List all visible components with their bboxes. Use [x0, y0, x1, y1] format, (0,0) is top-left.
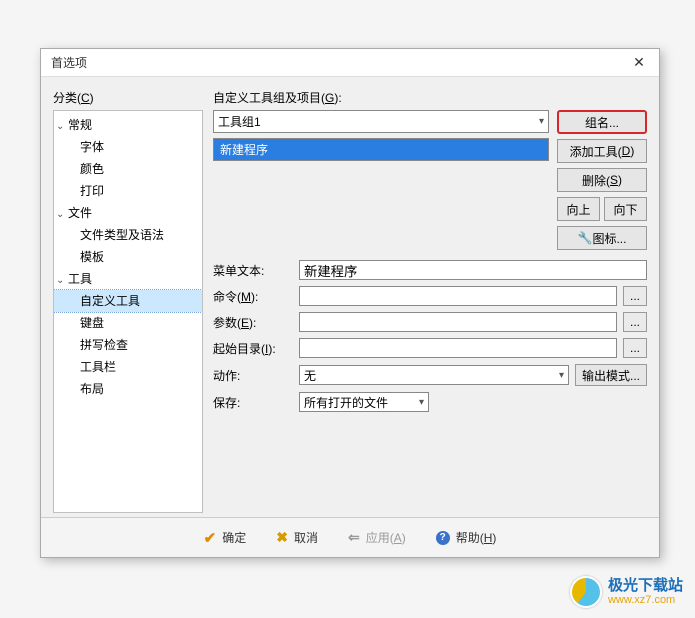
chevron-down-icon: ▾ — [539, 116, 544, 127]
cancel-icon: ✖ — [276, 529, 288, 546]
menu-text-label: 菜单文本: — [213, 262, 293, 279]
help-button[interactable]: ? 帮助(H) — [436, 529, 497, 546]
action-label: 动作: — [213, 367, 293, 384]
tree-group-general[interactable]: ⌄ 常规 — [54, 114, 202, 136]
save-select[interactable]: 所有打开的文件 ▾ — [299, 392, 429, 412]
tree-group-tools[interactable]: ⌄ 工具 — [54, 268, 202, 290]
apply-button[interactable]: ⇐ 应用(A) — [348, 529, 406, 546]
action-select[interactable]: 无 ▾ — [299, 365, 569, 385]
save-label: 保存: — [213, 394, 293, 411]
help-icon: ? — [436, 531, 450, 545]
chevron-down-icon: ⌄ — [56, 118, 64, 136]
chevron-down-icon: ▾ — [419, 397, 424, 408]
chevron-down-icon: ⌄ — [56, 206, 64, 224]
move-up-button[interactable]: 向上 — [557, 197, 600, 221]
output-mode-button[interactable]: 输出模式... — [575, 364, 647, 386]
wrench-icon: 🔧 — [578, 231, 593, 245]
menu-text-input[interactable] — [299, 260, 647, 280]
watermark-cn: 极光下载站 — [608, 578, 683, 595]
tree-item-font[interactable]: 字体 — [54, 136, 202, 158]
tree-item-color[interactable]: 颜色 — [54, 158, 202, 180]
args-input[interactable] — [299, 312, 617, 332]
dialog-footer: ✔ 确定 ✖ 取消 ⇐ 应用(A) ? 帮助(H) — [41, 517, 659, 557]
args-browse-button[interactable]: ... — [623, 312, 647, 332]
watermark-logo-icon — [570, 576, 602, 608]
startdir-input[interactable] — [299, 338, 617, 358]
startdir-browse-button[interactable]: ... — [623, 338, 647, 358]
close-button[interactable]: ✕ — [619, 49, 659, 77]
toolgroup-label: 自定义工具组及项目(G): — [213, 89, 647, 106]
icon-button[interactable]: 🔧 图标... — [557, 226, 647, 250]
move-down-button[interactable]: 向下 — [604, 197, 647, 221]
titlebar: 首选项 ✕ — [41, 49, 659, 77]
tree-item-template[interactable]: 模板 — [54, 246, 202, 268]
tree-item-print[interactable]: 打印 — [54, 180, 202, 202]
group-name-button[interactable]: 组名... — [557, 110, 647, 134]
tool-listbox[interactable]: 新建程序 — [213, 138, 549, 161]
tree-item-spellcheck[interactable]: 拼写检查 — [54, 334, 202, 356]
check-icon: ✔ — [204, 529, 217, 547]
delete-button[interactable]: 删除(S) — [557, 168, 647, 192]
tree-item-custom-tools[interactable]: 自定义工具 — [54, 290, 202, 312]
startdir-label: 起始目录(I): — [213, 340, 293, 357]
apply-icon: ⇐ — [348, 529, 360, 546]
toolgroup-dropdown[interactable]: 工具组1 ▾ — [213, 110, 549, 133]
command-browse-button[interactable]: ... — [623, 286, 647, 306]
watermark: 极光下载站 www.xz7.com — [570, 576, 683, 608]
tree-group-file[interactable]: ⌄ 文件 — [54, 202, 202, 224]
tree-item-keyboard[interactable]: 键盘 — [54, 312, 202, 334]
chevron-down-icon: ▾ — [559, 370, 564, 381]
tree-item-toolbar[interactable]: 工具栏 — [54, 356, 202, 378]
tree-item-layout[interactable]: 布局 — [54, 378, 202, 400]
watermark-en: www.xz7.com — [608, 594, 683, 606]
category-tree[interactable]: ⌄ 常规 字体 颜色 打印 ⌄ 文件 文件类型及语法 模板 ⌄ 工具 自定义工具… — [53, 110, 203, 513]
command-input[interactable] — [299, 286, 617, 306]
add-tool-button[interactable]: 添加工具(D) — [557, 139, 647, 163]
list-item[interactable]: 新建程序 — [214, 139, 548, 160]
args-label: 参数(E): — [213, 314, 293, 331]
category-label: 分类(C) — [53, 89, 203, 106]
dialog-title: 首选项 — [51, 54, 87, 71]
chevron-down-icon: ⌄ — [56, 272, 64, 290]
cancel-button[interactable]: ✖ 取消 — [276, 529, 318, 546]
command-label: 命令(M): — [213, 288, 293, 305]
preferences-dialog: 首选项 ✕ 分类(C) ⌄ 常规 字体 颜色 打印 ⌄ 文件 文件类型及语法 — [40, 48, 660, 558]
ok-button[interactable]: ✔ 确定 — [204, 529, 247, 547]
tree-item-filetype[interactable]: 文件类型及语法 — [54, 224, 202, 246]
toolgroup-dropdown-value: 工具组1 — [218, 113, 261, 130]
